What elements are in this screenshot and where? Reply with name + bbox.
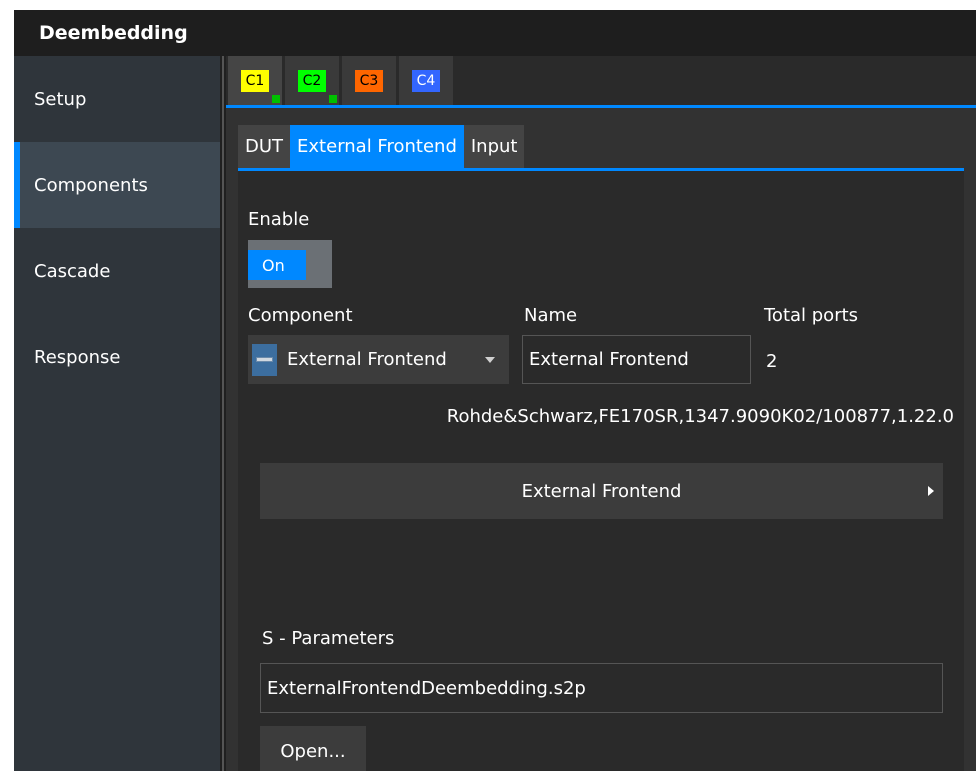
channel-tabs: C1 C2 C3 C4 xyxy=(226,56,976,108)
sidebar-item-setup[interactable]: Setup xyxy=(14,56,220,142)
channel-label-c1: C1 xyxy=(240,69,270,92)
enable-toggle[interactable]: On xyxy=(248,240,332,288)
total-ports-value: 2 xyxy=(766,351,778,372)
component-select-value: External Frontend xyxy=(287,349,447,370)
sidebar-item-cascade[interactable]: Cascade xyxy=(14,228,220,314)
sidebar-item-response[interactable]: Response xyxy=(14,314,220,400)
main-content: DUT External Frontend Input Enable On Co… xyxy=(226,111,976,771)
expander-label: External Frontend xyxy=(521,480,682,502)
tab-channel-c4[interactable]: C4 xyxy=(399,56,453,105)
device-identification: Rohde&Schwarz,FE170SR,1347.9090K02/10087… xyxy=(446,406,954,427)
sidebar: Setup Components Cascade Response xyxy=(14,56,220,771)
name-label: Name xyxy=(524,305,578,326)
component-label: Component xyxy=(248,305,353,326)
tab-external-frontend[interactable]: External Frontend xyxy=(290,125,464,168)
component-panel: Enable On Component Name Total ports Ext… xyxy=(238,171,964,771)
tab-channel-c1[interactable]: C1 xyxy=(228,56,282,105)
deembedding-dialog: Deembedding Setup Components Cascade Res… xyxy=(14,10,976,771)
sidebar-item-components[interactable]: Components xyxy=(14,142,220,228)
external-frontend-expander[interactable]: External Frontend xyxy=(260,463,943,519)
sparams-label: S - Parameters xyxy=(262,628,395,649)
open-button[interactable]: Open... xyxy=(260,726,366,771)
channel-active-indicator xyxy=(272,95,280,103)
channel-active-indicator xyxy=(329,95,337,103)
enable-label: Enable xyxy=(248,209,310,230)
frontend-device-icon xyxy=(252,343,277,376)
chevron-down-icon xyxy=(485,356,495,363)
toggle-on-state: On xyxy=(248,250,306,280)
tab-input[interactable]: Input xyxy=(463,125,525,168)
channel-label-c3: C3 xyxy=(354,69,384,92)
name-field[interactable]: External Frontend xyxy=(522,335,751,384)
total-ports-label: Total ports xyxy=(764,305,859,326)
channel-label-c2: C2 xyxy=(297,69,327,92)
tab-channel-c3[interactable]: C3 xyxy=(342,56,396,105)
dialog-title: Deembedding xyxy=(14,10,976,56)
component-tabs: DUT External Frontend Input xyxy=(238,125,964,171)
component-select[interactable]: External Frontend xyxy=(248,335,509,384)
channel-label-c4: C4 xyxy=(411,69,441,92)
tab-channel-c2[interactable]: C2 xyxy=(285,56,339,105)
tab-dut[interactable]: DUT xyxy=(238,125,291,168)
sparams-file-field[interactable]: ExternalFrontendDeembedding.s2p xyxy=(260,663,943,713)
chevron-right-icon xyxy=(928,486,934,496)
